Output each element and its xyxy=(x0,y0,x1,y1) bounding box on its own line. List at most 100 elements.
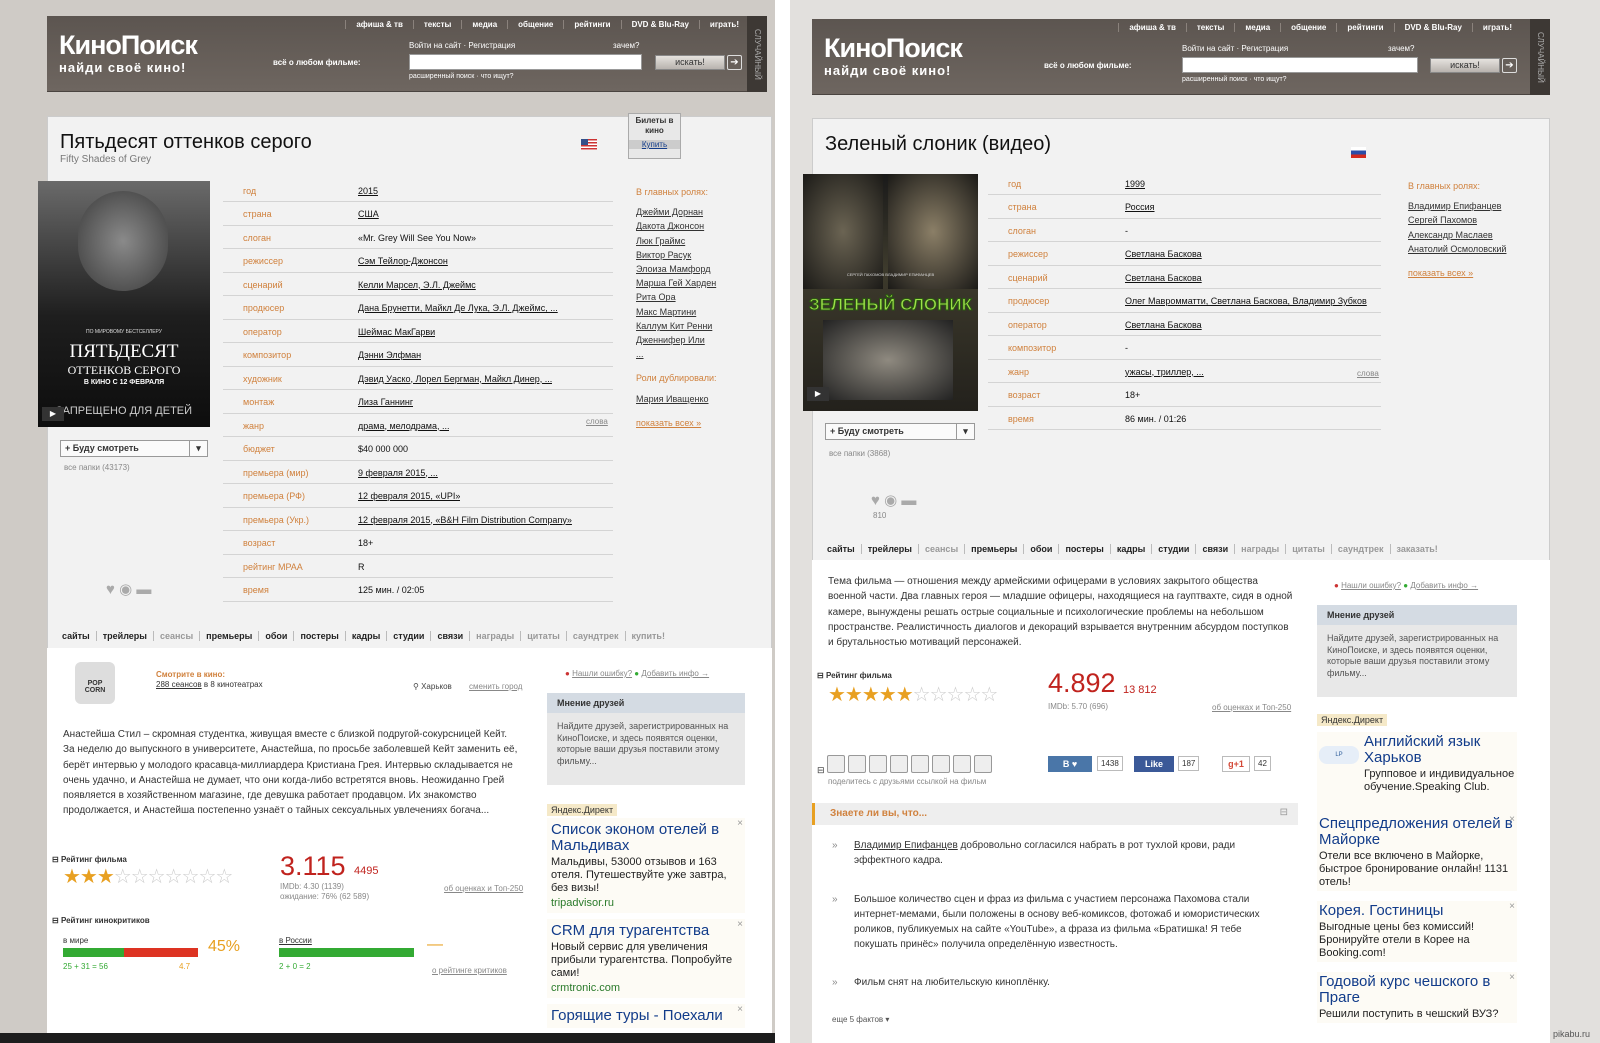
nav-item[interactable]: тексты xyxy=(412,20,461,29)
cast-item[interactable]: ... xyxy=(636,347,717,361)
close-icon[interactable]: × xyxy=(737,818,743,829)
show-all-link[interactable]: показать всех » xyxy=(636,416,717,430)
nav-item[interactable]: афиша & тв xyxy=(345,20,413,29)
tab-1[interactable]: трейлеры xyxy=(860,544,918,554)
top250-link[interactable]: об оценках и Топ-250 xyxy=(1212,703,1291,712)
info-value[interactable]: Сэм Тейлор-Джонсон xyxy=(358,256,448,266)
search-button[interactable]: искать! xyxy=(1430,58,1500,73)
login-link[interactable]: Войти на сайт xyxy=(1182,44,1234,53)
play-icon[interactable]: ▶ xyxy=(42,407,64,421)
info-value[interactable]: Келли Марсел, Э.Л. Джеймс xyxy=(358,280,476,290)
tab-2[interactable]: сеансы xyxy=(152,631,199,641)
tab-8[interactable]: связи xyxy=(430,631,469,641)
cast-item[interactable]: Каллум Кит Ренни xyxy=(636,319,717,333)
cast-item[interactable]: Александр Маслаев xyxy=(1408,228,1506,242)
sessions-link[interactable]: 288 сеансов xyxy=(156,680,202,689)
info-value[interactable]: Светлана Баскова xyxy=(1125,249,1202,259)
nav-item[interactable]: играть! xyxy=(698,20,749,29)
cast-item[interactable]: Люк Граймс xyxy=(636,234,717,248)
tab-11[interactable]: саундтрек xyxy=(1330,544,1390,554)
tab-6[interactable]: кадры xyxy=(1109,544,1151,554)
tab-11[interactable]: саундтрек xyxy=(565,631,625,641)
votes-count[interactable]: 13 812 xyxy=(1123,684,1157,696)
russia-link[interactable]: в России xyxy=(279,936,312,945)
info-value[interactable]: Дэнни Элфман xyxy=(358,350,421,360)
folders-count[interactable]: все папки (43173) xyxy=(64,463,130,472)
mailru-share-icon[interactable] xyxy=(932,755,951,773)
odnoklassniki-share-icon[interactable] xyxy=(911,755,930,773)
cast-item[interactable]: Владимир Епифанцев xyxy=(1408,199,1506,213)
search-go-icon[interactable]: ➔ xyxy=(727,55,742,70)
star-rating[interactable]: ★★★★★☆☆☆☆☆ xyxy=(828,682,998,707)
nav-item[interactable]: общение xyxy=(1280,23,1336,32)
like-icons[interactable]: ♥ ◉ ▬ xyxy=(871,491,916,509)
random-button[interactable]: СЛУЧАЙНЫЙ xyxy=(1530,19,1550,95)
collapse-icon[interactable]: ⊟ xyxy=(1280,807,1288,818)
ad-item[interactable]: Годовой курс чешского в Праге Решили пост… xyxy=(1317,972,1517,1023)
search-input[interactable] xyxy=(409,54,642,70)
twitter-share-icon[interactable] xyxy=(869,755,888,773)
advanced-search-link[interactable]: расширенный поиск · что ищут? xyxy=(1182,76,1287,83)
tab-9[interactable]: награды xyxy=(1234,544,1285,554)
register-link[interactable]: Регистрация xyxy=(468,41,515,50)
tab-10[interactable]: цитаты xyxy=(520,631,566,641)
tab-5[interactable]: постеры xyxy=(293,631,344,641)
close-icon[interactable]: × xyxy=(1509,814,1515,825)
cast-item[interactable]: Марша Гей Харден xyxy=(636,276,717,290)
nav-item[interactable]: общение xyxy=(507,20,563,29)
cast-item[interactable]: Макс Мартини xyxy=(636,305,717,319)
error-link[interactable]: Нашли ошибку? xyxy=(1341,581,1401,590)
close-icon[interactable]: × xyxy=(737,1004,743,1015)
info-value[interactable]: 1999 xyxy=(1125,179,1145,189)
words-link[interactable]: слова xyxy=(586,417,608,426)
add-info-link[interactable]: Добавить инфо → xyxy=(641,669,709,678)
logo[interactable]: КиноПоиск xyxy=(824,35,963,62)
ad-title[interactable]: Горящие туры - Поехали xyxy=(551,1008,741,1024)
add-info-link[interactable]: Добавить инфо → xyxy=(1410,581,1478,590)
info-value[interactable]: 2015 xyxy=(358,186,378,196)
why-link[interactable]: зачем? xyxy=(1388,44,1415,53)
words-link[interactable]: слова xyxy=(1357,369,1379,378)
info-value[interactable]: Дана Брунетти, Майкл Де Лука, Э.Л. Джейм… xyxy=(358,303,558,313)
ad-title[interactable]: Спецпредложения отелей в Майорке xyxy=(1319,816,1515,848)
cast-item[interactable]: Сергей Пахомов xyxy=(1408,213,1506,227)
cast-item[interactable]: Дакота Джонсон xyxy=(636,219,717,233)
vk-like-button[interactable]: В ♥ xyxy=(1048,756,1092,772)
ad-title[interactable]: Список эконом отелей в Мальдивах xyxy=(551,822,741,854)
ad-url[interactable]: crmtronic.com xyxy=(551,982,741,994)
nav-item[interactable]: тексты xyxy=(1185,23,1234,32)
watch-select[interactable]: + Буду смотреть ▾ xyxy=(60,440,208,457)
ad-item[interactable]: CRM для турагентства Новый сервис для уве… xyxy=(547,919,745,998)
poster-image[interactable]: ПО МИРОВОМУ БЕСТСЕЛЛЕРУ ПЯТЬДЕСЯТ ОТТЕНК… xyxy=(38,181,210,427)
tab-0[interactable]: сайты xyxy=(56,631,96,641)
show-all-link[interactable]: показать всех » xyxy=(1408,266,1506,280)
info-value[interactable]: Дэвид Уаско, Лорел Бергман, Майкл Динер,… xyxy=(358,374,552,384)
why-link[interactable]: зачем? xyxy=(613,41,640,50)
tab-0[interactable]: сайты xyxy=(821,544,861,554)
cast-item[interactable]: Мария Иващенко xyxy=(636,392,717,406)
tab-12[interactable]: заказать! xyxy=(1389,544,1444,554)
tab-9[interactable]: награды xyxy=(469,631,520,641)
ad-title[interactable]: CRM для турагентства xyxy=(551,923,741,939)
ad-item[interactable]: Спецпредложения отелей в Майорке Отели вс… xyxy=(1317,814,1517,891)
votes-count[interactable]: 4495 xyxy=(354,865,378,877)
tab-4[interactable]: обои xyxy=(258,631,293,641)
random-button[interactable]: СЛУЧАЙНЫЙ xyxy=(747,16,767,92)
like-icons[interactable]: ♥ ◉ ▬ xyxy=(106,580,151,598)
error-link[interactable]: Нашли ошибку? xyxy=(572,669,632,678)
close-icon[interactable]: × xyxy=(1509,901,1515,912)
cast-item[interactable]: Анатолий Осмоловский xyxy=(1408,242,1506,256)
info-value[interactable]: «Mr. Grey Will See You Now» xyxy=(358,233,476,243)
info-value[interactable]: 18+ xyxy=(358,538,373,548)
tab-7[interactable]: студии xyxy=(1151,544,1195,554)
cast-item[interactable]: Дженнифер Или xyxy=(636,333,717,347)
close-icon[interactable]: × xyxy=(1509,972,1515,983)
ad-title[interactable]: Английский язык Харьков xyxy=(1364,734,1515,766)
nav-item[interactable]: медиа xyxy=(461,20,507,29)
tab-8[interactable]: связи xyxy=(1195,544,1234,554)
info-value[interactable]: Светлана Баскова xyxy=(1125,273,1202,283)
play-icon[interactable]: ▶ xyxy=(807,387,829,401)
search-input[interactable] xyxy=(1182,57,1418,73)
ad-item[interactable]: Список эконом отелей в Мальдивах Мальдивы… xyxy=(547,818,745,913)
folders-count[interactable]: все папки (3868) xyxy=(829,449,890,458)
